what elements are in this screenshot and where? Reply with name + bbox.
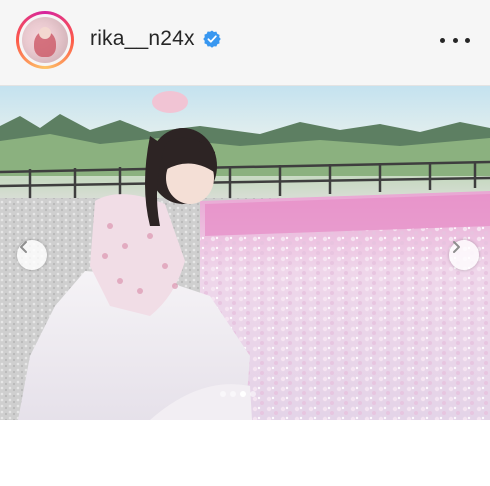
carousel-dot: [220, 391, 226, 397]
carousel-prev-button[interactable]: [17, 240, 47, 270]
verified-badge-icon: [203, 30, 221, 48]
carousel-dot: [240, 391, 246, 397]
chevron-left-icon: [20, 241, 27, 253]
post-header: rika__n24x: [0, 0, 490, 86]
carousel-dot: [250, 391, 256, 397]
profile-avatar[interactable]: [22, 17, 68, 63]
username-link[interactable]: rika__n24x: [90, 27, 195, 51]
more-options-icon[interactable]: [440, 28, 470, 52]
carousel-indicator: [220, 391, 256, 397]
carousel-next-button[interactable]: [449, 240, 479, 270]
photo-scene: [0, 86, 490, 420]
story-ring[interactable]: [16, 11, 74, 69]
carousel-dot: [230, 391, 236, 397]
chevron-right-icon: [453, 241, 460, 253]
post-photo[interactable]: [0, 86, 490, 420]
